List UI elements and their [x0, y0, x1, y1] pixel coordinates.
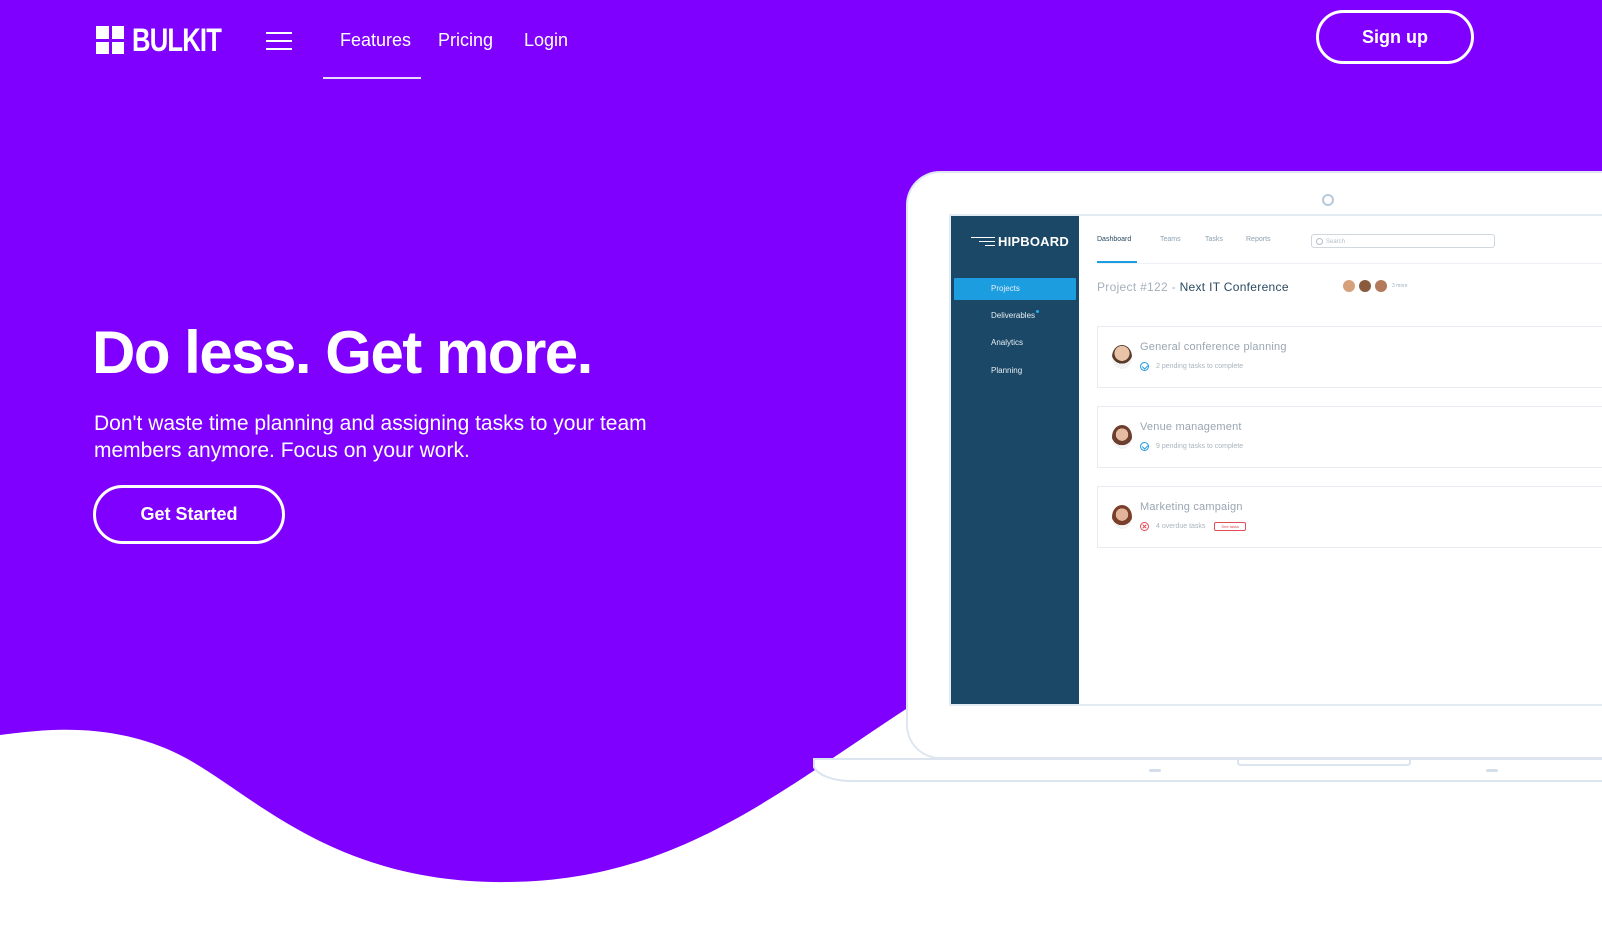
laptop-base	[813, 758, 1602, 782]
app-sidebar-item-label: Projects	[991, 284, 1020, 293]
avatar	[1112, 345, 1132, 369]
menu-icon[interactable]	[266, 32, 292, 50]
app-logo: HIPBOARD	[971, 234, 1069, 249]
project-card[interactable]: General conference planning 2 pending ta…	[1097, 326, 1602, 388]
nav-link-login[interactable]: Login	[524, 30, 568, 51]
card-status: 4 overdue tasks See tasks	[1140, 522, 1246, 531]
app-sidebar-item-analytics[interactable]: Analytics	[951, 332, 1079, 354]
project-number: Project #122 -	[1097, 280, 1176, 294]
app-sidebar-item-deliverables[interactable]: Deliverables	[951, 305, 1079, 327]
app-sidebar-item-label: Planning	[991, 366, 1023, 375]
active-nav-indicator	[323, 77, 421, 79]
error-circle-icon	[1140, 522, 1149, 531]
brand-logo[interactable]: BULKIT	[96, 21, 243, 58]
project-card[interactable]: Venue management 9 pending tasks to comp…	[1097, 406, 1602, 468]
nav-link-features[interactable]: Features	[340, 30, 411, 51]
card-status-text: 2 pending tasks to complete	[1156, 363, 1244, 370]
tab-divider	[1097, 263, 1602, 264]
app-tab-teams[interactable]: Teams	[1160, 236, 1181, 243]
app-screen: HIPBOARD Projects Deliverables Analytics…	[949, 214, 1602, 706]
app-logo-lines-icon	[971, 234, 995, 249]
app-search-input[interactable]: Search	[1311, 234, 1495, 248]
team-avatars[interactable]: 3 more	[1342, 279, 1408, 293]
card-title: Marketing campaign	[1140, 501, 1243, 513]
card-status: 2 pending tasks to complete	[1140, 362, 1243, 371]
card-status-text: 9 pending tasks to complete	[1156, 443, 1244, 450]
see-tasks-tag[interactable]: See tasks	[1214, 522, 1246, 531]
check-circle-icon	[1140, 362, 1149, 371]
app-tab-reports[interactable]: Reports	[1246, 236, 1271, 243]
app-tab-tasks[interactable]: Tasks	[1205, 236, 1223, 243]
more-members-text: 3 more	[1392, 283, 1408, 289]
search-placeholder: Search	[1326, 239, 1346, 245]
get-started-button[interactable]: Get Started	[93, 485, 285, 544]
avatar	[1342, 279, 1356, 293]
hero-title: Do less. Get more.	[92, 319, 593, 386]
card-status: 9 pending tasks to complete	[1140, 442, 1243, 451]
app-sidebar-item-planning[interactable]: Planning	[951, 360, 1079, 382]
app-sidebar-item-projects[interactable]: Projects	[954, 278, 1076, 300]
laptop-camera	[1322, 194, 1334, 206]
project-card[interactable]: Marketing campaign 4 overdue tasks See ta…	[1097, 486, 1602, 548]
check-circle-icon	[1140, 442, 1149, 451]
logo-grid-icon	[96, 26, 124, 54]
avatar	[1112, 425, 1132, 449]
project-name: Next IT Conference	[1179, 280, 1289, 294]
nav-link-pricing[interactable]: Pricing	[438, 30, 493, 51]
card-title: Venue management	[1140, 421, 1242, 433]
card-title: General conference planning	[1140, 341, 1287, 353]
avatar	[1112, 505, 1132, 529]
project-title: Project #122 - Next IT Conference	[1097, 280, 1289, 294]
search-icon	[1316, 238, 1323, 245]
app-name: HIPBOARD	[998, 234, 1069, 249]
top-navbar: BULKIT Features Pricing Login Sign up	[0, 0, 1602, 80]
card-status-text: 4 overdue tasks	[1156, 523, 1206, 530]
avatar	[1358, 279, 1372, 293]
notification-dot	[1036, 310, 1040, 313]
signup-button[interactable]: Sign up	[1316, 10, 1474, 64]
brand-name: BULKIT	[132, 21, 222, 58]
app-tab-dashboard[interactable]: Dashboard	[1097, 236, 1131, 243]
app-sidebar: HIPBOARD Projects Deliverables Analytics…	[951, 216, 1079, 704]
app-sidebar-item-label: Analytics	[991, 338, 1024, 347]
app-sidebar-item-label: Deliverables	[991, 311, 1036, 320]
hero-subtitle: Don't waste time planning and assigning …	[94, 412, 647, 462]
avatar	[1374, 279, 1388, 293]
